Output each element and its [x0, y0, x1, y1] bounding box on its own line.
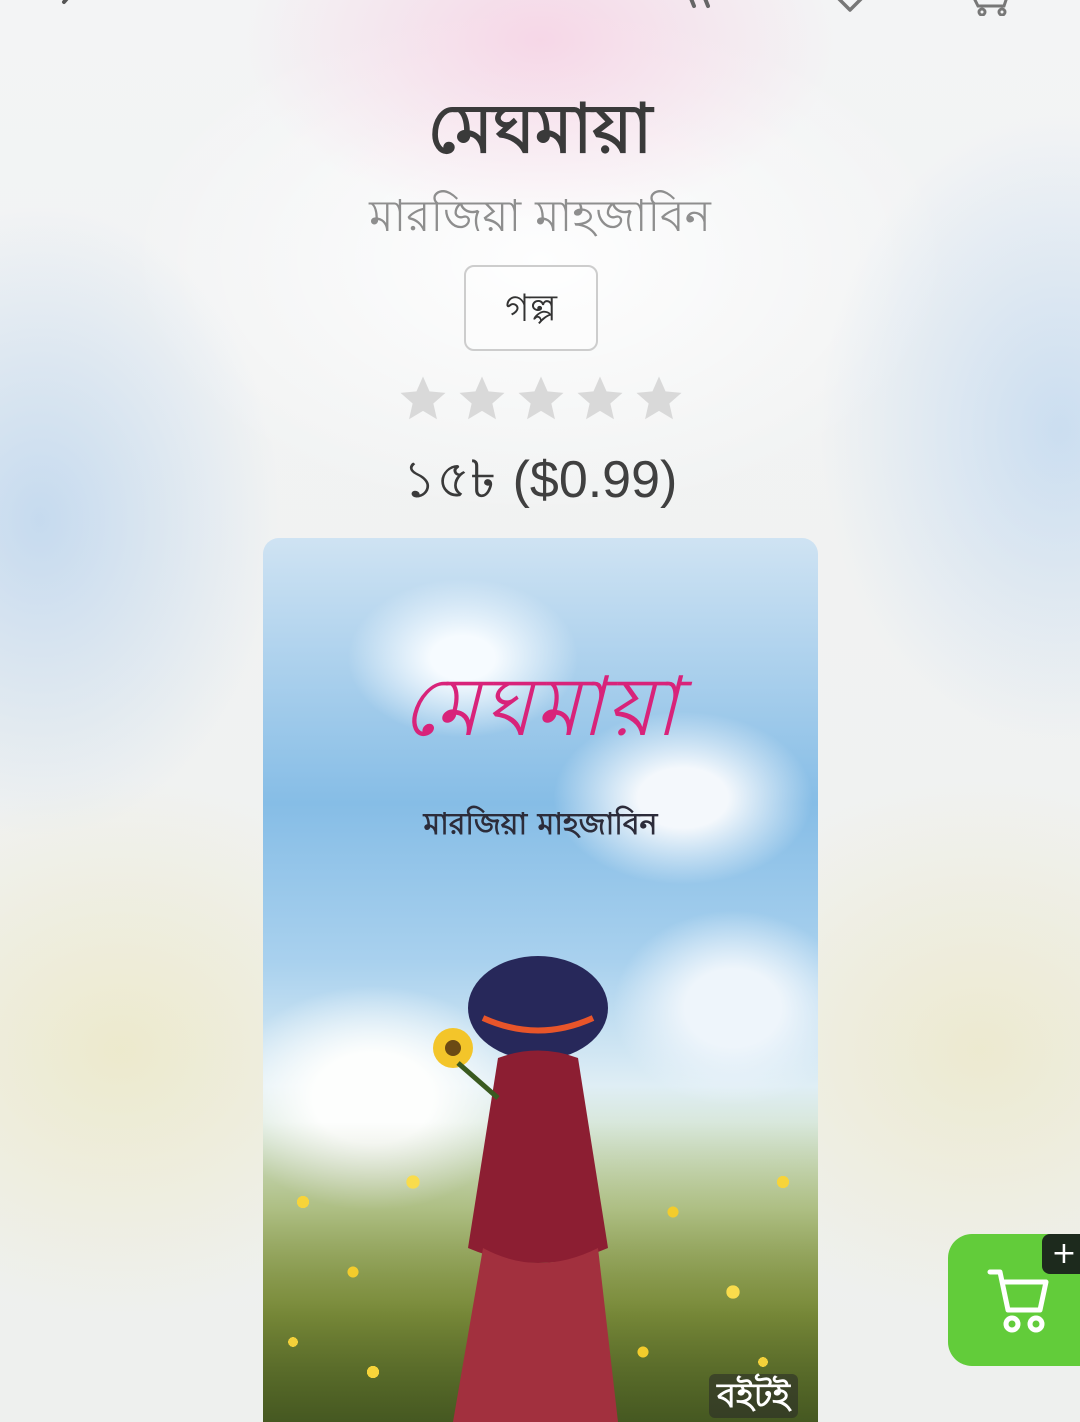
star-icon[interactable]	[396, 372, 450, 426]
heart-icon[interactable]	[830, 0, 870, 16]
star-icon[interactable]	[514, 372, 568, 426]
star-icon[interactable]	[632, 372, 686, 426]
category-chip[interactable]: গল্প	[464, 265, 598, 351]
cover-girl-illustration	[433, 956, 618, 1422]
cover-author: মারজিয়া মাহজাবিন	[423, 807, 658, 842]
price-usd: ($0.99)	[512, 451, 678, 509]
back-arrow-icon[interactable]	[52, 0, 92, 16]
quote-icon[interactable]	[682, 0, 722, 16]
book-cover-image[interactable]: মেঘমায়া মারজিয়া মাহজাবিন বইটই	[263, 538, 818, 1422]
price-bdt: ১৫৳	[402, 450, 497, 510]
cart-icon[interactable]	[968, 0, 1008, 17]
rating-stars[interactable]	[396, 372, 686, 432]
plus-icon[interactable]: +	[1042, 1234, 1080, 1274]
star-icon[interactable]	[573, 372, 627, 426]
book-author[interactable]: মারজিয়া মাহজাবিন	[0, 182, 1080, 252]
top-toolbar	[0, 0, 1080, 22]
cover-publisher-logo: বইটই	[709, 1374, 798, 1418]
price: ১৫৳ ($0.99)	[0, 440, 1080, 520]
book-title: মেঘমায়া	[427, 90, 653, 169]
cover-title: মেঘমায়া	[401, 660, 680, 755]
cart-icon	[987, 1269, 1049, 1333]
star-icon[interactable]	[455, 372, 509, 426]
